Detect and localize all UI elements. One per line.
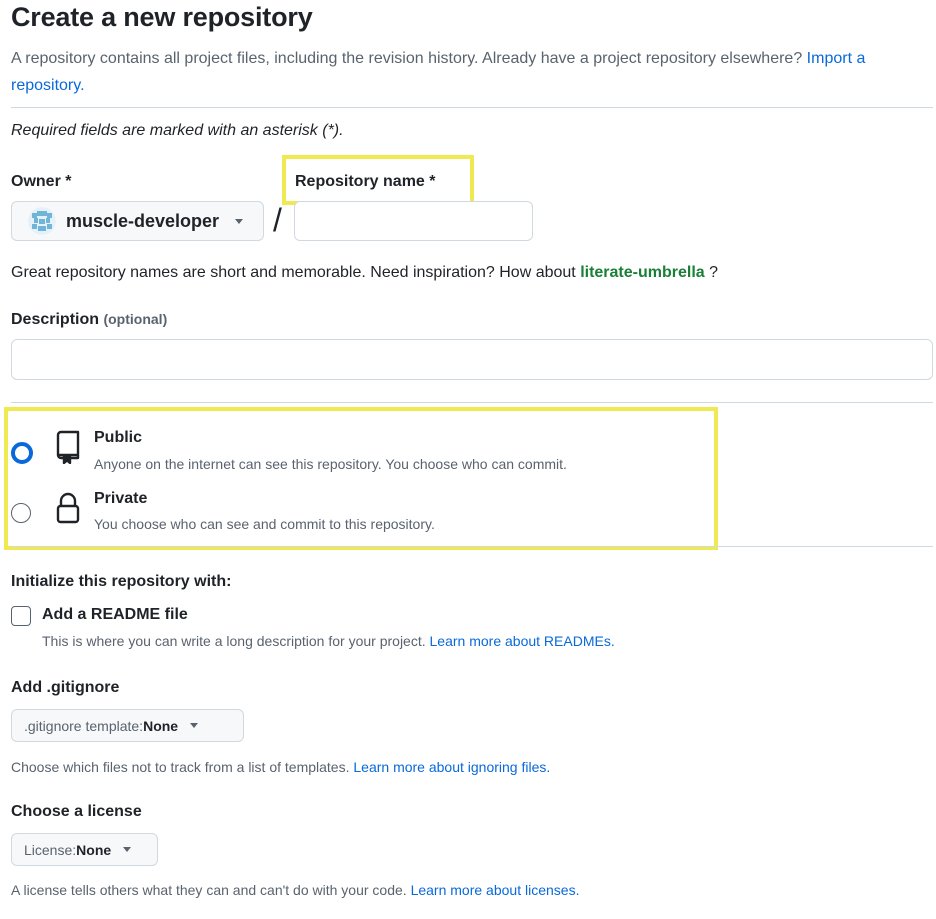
lock-icon (55, 491, 81, 530)
license-hint: A license tells others what they can and… (11, 882, 579, 898)
license-button-value: None (76, 841, 112, 858)
repository-name-input[interactable] (294, 201, 533, 241)
gitignore-heading: Add .gitignore (11, 679, 120, 696)
learn-more-ignoring-files-link[interactable]: Learn more about ignoring files. (353, 759, 550, 775)
repo-icon (55, 430, 81, 469)
gitignore-button-value: None (143, 717, 179, 734)
license-button-prefix: License: (24, 841, 77, 858)
visibility-private-label[interactable]: Private (94, 490, 147, 508)
chevron-down-icon (235, 218, 244, 224)
gitignore-template-button[interactable]: .gitignore template: None (11, 709, 244, 742)
name-hint-text: Great repository names are short and mem… (11, 264, 576, 281)
pixel-avatar-icon (28, 207, 56, 235)
intro-text: A repository contains all project files,… (11, 50, 803, 67)
description-optional: (optional) (103, 311, 168, 327)
name-hint-suffix: ? (709, 264, 719, 281)
page-title: Create a new repository (11, 2, 313, 32)
required-fields-note: Required fields are marked with an aster… (11, 122, 344, 139)
suggested-name-link[interactable]: literate-umbrella (580, 264, 704, 281)
description-input[interactable] (11, 339, 933, 380)
learn-more-readmes-link[interactable]: Learn more about READMEs. (430, 633, 615, 649)
owner-repo-separator: / (273, 202, 282, 238)
readme-hint-text: This is where you can write a long descr… (42, 633, 426, 649)
license-hint-text: A license tells others what they can and… (11, 882, 407, 898)
divider (11, 402, 933, 403)
repository-name-hint: Great repository names are short and mem… (11, 264, 718, 282)
visibility-private-description: You choose who can see and commit to thi… (94, 516, 435, 532)
visibility-public-radio[interactable] (11, 442, 33, 464)
owner-select-value: muscle-developer (66, 210, 220, 231)
gitignore-hint-text: Choose which files not to track from a l… (11, 759, 350, 775)
initialize-heading: Initialize this repository with: (11, 573, 232, 590)
learn-more-licenses-link[interactable]: Learn more about licenses. (411, 882, 580, 898)
page-intro: A repository contains all project files,… (11, 45, 911, 99)
visibility-private-radio[interactable] (11, 503, 31, 523)
chevron-down-icon (123, 847, 132, 852)
owner-label: Owner * (11, 173, 72, 190)
repository-name-label: Repository name * (295, 173, 436, 190)
add-readme-label[interactable]: Add a README file (42, 606, 188, 624)
visibility-public-label[interactable]: Public (94, 429, 142, 447)
description-label-text: Description (11, 311, 100, 328)
divider (11, 107, 933, 108)
add-readme-checkbox[interactable] (11, 606, 31, 626)
gitignore-hint: Choose which files not to track from a l… (11, 759, 550, 775)
description-label: Description (optional) (11, 311, 167, 329)
visibility-public-description: Anyone on the internet can see this repo… (94, 456, 567, 472)
readme-hint: This is where you can write a long descr… (42, 633, 615, 649)
license-button[interactable]: License: None (11, 833, 158, 866)
gitignore-button-prefix: .gitignore template: (24, 717, 144, 734)
chevron-down-icon (190, 723, 199, 728)
license-heading: Choose a license (11, 803, 142, 820)
divider (11, 546, 933, 547)
owner-select[interactable]: muscle-developer (11, 201, 264, 241)
